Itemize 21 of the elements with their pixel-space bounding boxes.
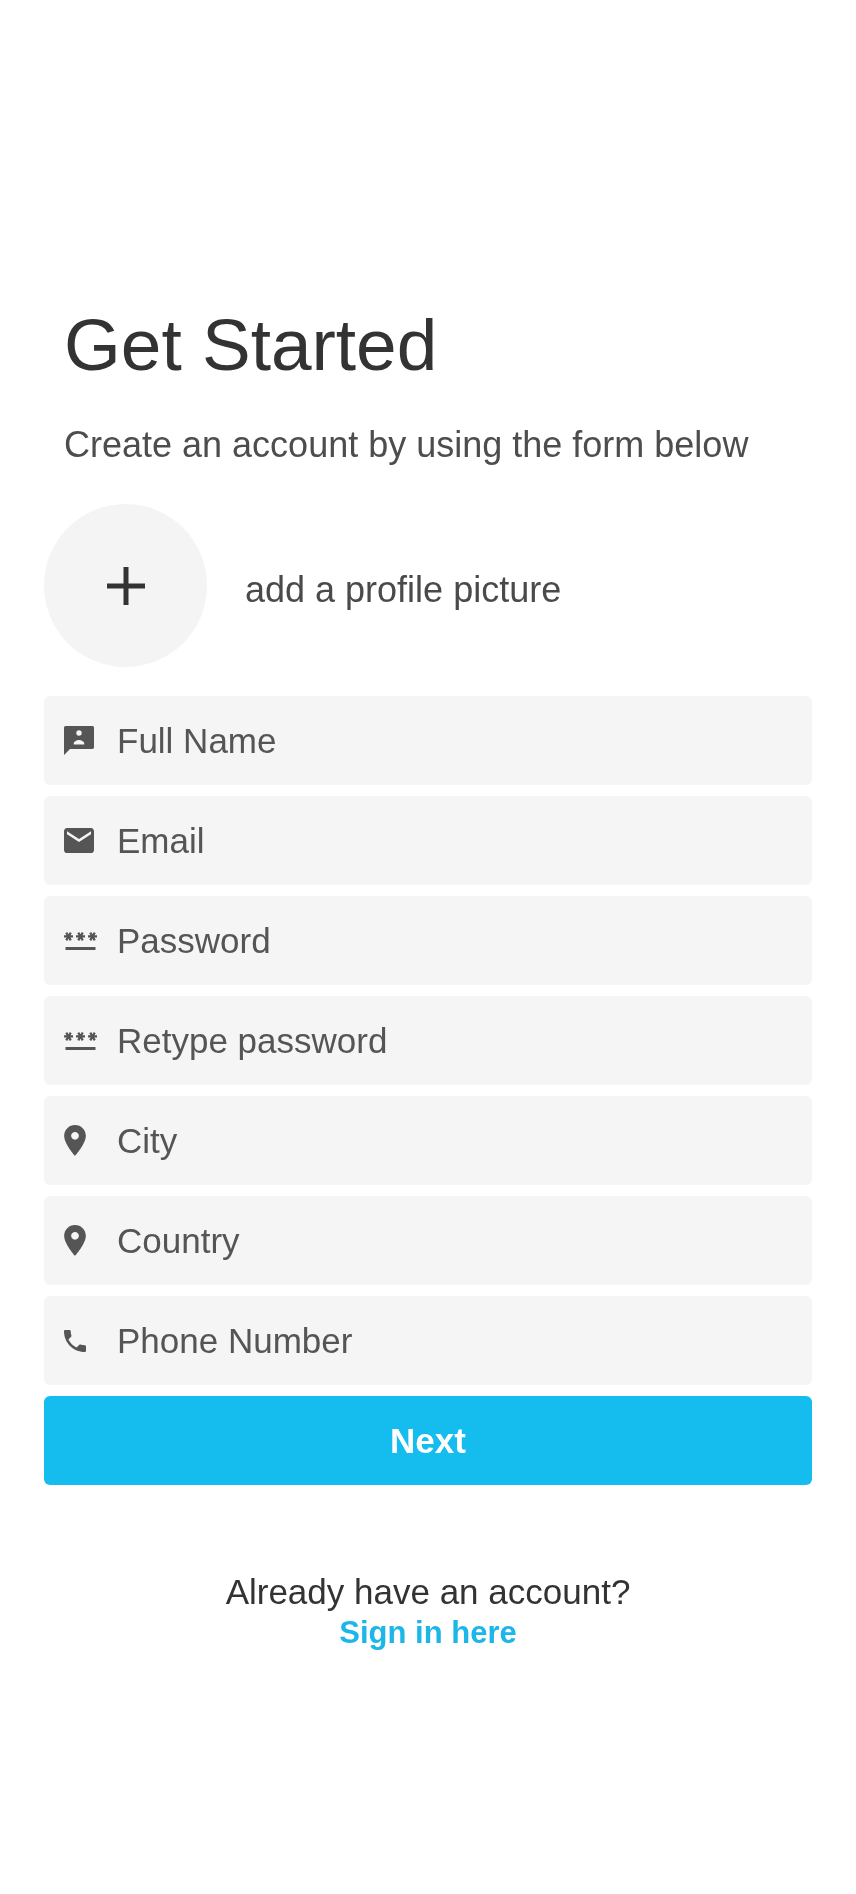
page-title: Get Started [64,308,438,381]
sign-in-link[interactable]: Sign in here [339,1617,517,1648]
next-button[interactable]: Next [44,1396,812,1485]
profile-picture-label: add a profile picture [245,568,562,608]
phone-field[interactable]: Phone Number [44,1296,812,1385]
location-field[interactable]: Country [44,1196,812,1285]
phone-icon [64,1329,86,1352]
sign-in-prompt: Already have an account? [225,1574,631,1609]
name-field[interactable]: Full Name [44,696,812,785]
asterisks-icon [64,1031,97,1050]
email-field[interactable]: Email [44,796,812,885]
map-pin-icon [64,1225,86,1256]
location-field[interactable]: City [44,1096,812,1185]
password-field[interactable]: Retype password [44,996,812,1085]
envelope-icon [64,828,94,853]
asterisks-icon [64,931,97,950]
map-pin-icon [64,1125,86,1156]
password-field[interactable]: Password [44,896,812,985]
page-subtitle: Create an account by using the form below [64,427,749,463]
person-bubble-icon [64,726,94,755]
plus-icon [106,566,145,605]
